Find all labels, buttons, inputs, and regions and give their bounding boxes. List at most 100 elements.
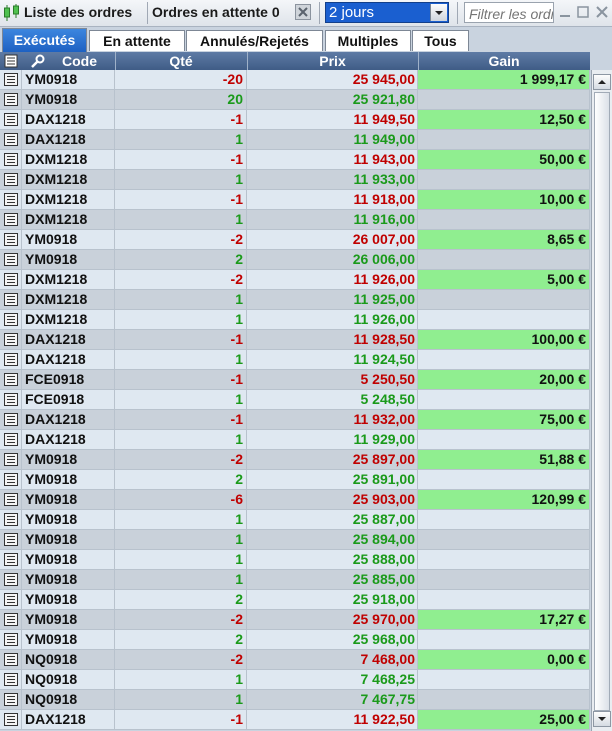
table-row[interactable]: DAX1218 -1 11 932,00 75,00 € <box>0 410 590 430</box>
vertical-scrollbar[interactable] <box>591 70 612 731</box>
row-icon-cell[interactable] <box>0 70 22 90</box>
order-details-icon <box>4 673 18 686</box>
row-icon-cell[interactable] <box>0 430 22 450</box>
row-icon-cell[interactable] <box>0 270 22 290</box>
row-icon-cell[interactable] <box>0 370 22 390</box>
cell-price: 11 928,50 <box>247 330 418 350</box>
row-icon-cell[interactable] <box>0 130 22 150</box>
row-icon-cell[interactable] <box>0 670 22 690</box>
row-icon-cell[interactable] <box>0 630 22 650</box>
row-icon-cell[interactable] <box>0 590 22 610</box>
table-row[interactable]: DAX1218 1 11 949,00 <box>0 130 590 150</box>
table-row[interactable]: FCE0918 1 5 248,50 <box>0 390 590 410</box>
row-icon-cell[interactable] <box>0 210 22 230</box>
row-icon-cell[interactable] <box>0 310 22 330</box>
row-icon-cell[interactable] <box>0 290 22 310</box>
row-icon-cell[interactable] <box>0 570 22 590</box>
cell-code: YM0918 <box>22 570 115 590</box>
maximize-icon[interactable] <box>575 4 591 20</box>
scroll-thumb[interactable] <box>594 92 610 711</box>
table-row[interactable]: YM0918 1 25 887,00 <box>0 510 590 530</box>
table-row[interactable]: YM0918 2 26 006,00 <box>0 250 590 270</box>
table-row[interactable]: YM0918 1 25 888,00 <box>0 550 590 570</box>
table-row[interactable]: FCE0918 -1 5 250,50 20,00 € <box>0 370 590 390</box>
cell-gain <box>418 210 590 230</box>
column-header-gain[interactable]: Gain <box>418 52 590 70</box>
cell-qty: 2 <box>115 630 247 650</box>
tab-en-attente[interactable]: En attente <box>89 30 185 51</box>
table-row[interactable]: DAX1218 1 11 924,50 <box>0 350 590 370</box>
table-row[interactable]: DXM1218 -1 11 918,00 10,00 € <box>0 190 590 210</box>
row-icon-cell[interactable] <box>0 610 22 630</box>
period-select[interactable]: 2 jours <box>325 2 449 23</box>
cell-gain: 17,27 € <box>418 610 590 630</box>
table-row[interactable]: NQ0918 -2 7 468,00 0,00 € <box>0 650 590 670</box>
tab-annules-rejetes[interactable]: Annulés/Rejetés <box>186 30 323 51</box>
scroll-up-button[interactable] <box>593 74 611 90</box>
table-row[interactable]: YM0918 2 25 968,00 <box>0 630 590 650</box>
table-row[interactable]: YM0918 -2 25 970,00 17,27 € <box>0 610 590 630</box>
scroll-down-button[interactable] <box>593 711 611 727</box>
filter-input[interactable] <box>464 2 554 23</box>
table-row[interactable]: DAX1218 -1 11 922,50 25,00 € <box>0 710 590 730</box>
table-row[interactable]: NQ0918 1 7 468,25 <box>0 670 590 690</box>
table-row[interactable]: YM0918 1 25 894,00 <box>0 530 590 550</box>
row-icon-cell[interactable] <box>0 650 22 670</box>
cell-code: YM0918 <box>22 550 115 570</box>
table-row[interactable]: YM0918 1 25 885,00 <box>0 570 590 590</box>
column-header-code[interactable]: Code <box>22 52 115 70</box>
table-row[interactable]: YM0918 2 25 918,00 <box>0 590 590 610</box>
row-icon-cell[interactable] <box>0 190 22 210</box>
row-icon-cell[interactable] <box>0 530 22 550</box>
tab-tous[interactable]: Tous <box>412 30 469 51</box>
table-row[interactable]: NQ0918 1 7 467,75 <box>0 690 590 710</box>
row-icon-cell[interactable] <box>0 230 22 250</box>
table-row[interactable]: DAX1218 -1 11 949,50 12,50 € <box>0 110 590 130</box>
row-icon-cell[interactable] <box>0 410 22 430</box>
close-window-icon[interactable] <box>594 4 610 20</box>
column-header-qty[interactable]: Qté <box>115 52 247 70</box>
table-row[interactable]: DAX1218 1 11 929,00 <box>0 430 590 450</box>
table-row[interactable]: YM0918 2 25 891,00 <box>0 470 590 490</box>
order-details-icon <box>4 513 18 526</box>
row-icon-cell[interactable] <box>0 350 22 370</box>
row-icon-cell[interactable] <box>0 690 22 710</box>
order-details-icon <box>4 233 18 246</box>
row-icon-cell[interactable] <box>0 330 22 350</box>
table-row[interactable]: DXM1218 -1 11 943,00 50,00 € <box>0 150 590 170</box>
minimize-icon[interactable] <box>557 4 573 20</box>
cell-gain: 8,65 € <box>418 230 590 250</box>
table-row[interactable]: DXM1218 1 11 926,00 <box>0 310 590 330</box>
table-row[interactable]: YM0918 -2 25 897,00 51,88 € <box>0 450 590 470</box>
table-row[interactable]: DXM1218 -2 11 926,00 5,00 € <box>0 270 590 290</box>
cell-price: 25 885,00 <box>247 570 418 590</box>
row-icon-cell[interactable] <box>0 550 22 570</box>
table-row[interactable]: YM0918 -20 25 945,00 1 999,17 € <box>0 70 590 90</box>
row-icon-cell[interactable] <box>0 490 22 510</box>
table-row[interactable]: DXM1218 1 11 916,00 <box>0 210 590 230</box>
row-icon-cell[interactable] <box>0 390 22 410</box>
row-icon-cell[interactable] <box>0 170 22 190</box>
cell-qty: 1 <box>115 550 247 570</box>
table-row[interactable]: DXM1218 1 11 933,00 <box>0 170 590 190</box>
clear-pending-button[interactable] <box>295 4 311 20</box>
table-row[interactable]: YM0918 -2 26 007,00 8,65 € <box>0 230 590 250</box>
row-icon-cell[interactable] <box>0 110 22 130</box>
row-icon-cell[interactable] <box>0 90 22 110</box>
period-dropdown-button[interactable] <box>430 4 447 21</box>
row-icon-cell[interactable] <box>0 510 22 530</box>
row-icon-cell[interactable] <box>0 250 22 270</box>
row-icon-cell[interactable] <box>0 150 22 170</box>
table-row[interactable]: YM0918 -6 25 903,00 120,99 € <box>0 490 590 510</box>
table-row[interactable]: DXM1218 1 11 925,00 <box>0 290 590 310</box>
column-header-price[interactable]: Prix <box>247 52 418 70</box>
tab-multiples[interactable]: Multiples <box>325 30 411 51</box>
row-icon-cell[interactable] <box>0 710 22 730</box>
row-icon-cell[interactable] <box>0 470 22 490</box>
table-row[interactable]: DAX1218 -1 11 928,50 100,00 € <box>0 330 590 350</box>
order-details-icon <box>4 193 18 206</box>
tab-executes[interactable]: Exécutés <box>2 28 87 52</box>
table-row[interactable]: YM0918 20 25 921,80 <box>0 90 590 110</box>
row-icon-cell[interactable] <box>0 450 22 470</box>
cell-qty: 1 <box>115 390 247 410</box>
